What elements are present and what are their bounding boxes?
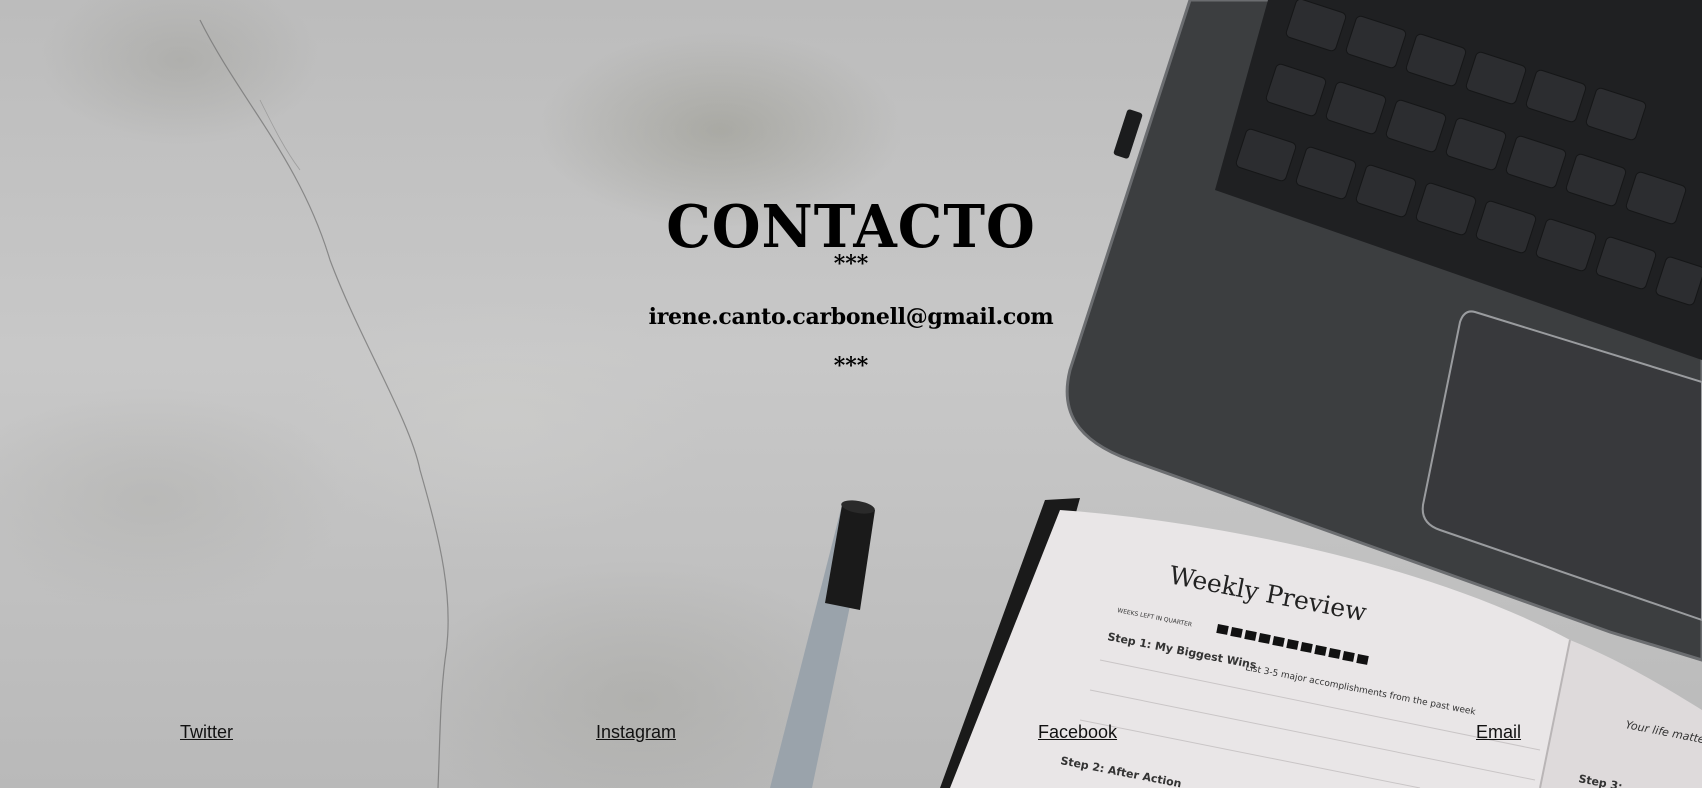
email-link[interactable]: Email <box>1476 722 1521 742</box>
facebook-link[interactable]: Facebook <box>1038 722 1117 742</box>
pen-illustration <box>770 500 875 788</box>
separator-bottom: *** <box>833 353 869 379</box>
twitter-link[interactable]: Twitter <box>180 722 233 742</box>
concrete-background-photo: Weekly Preview WEEKS LEFT IN QUARTER Ste… <box>0 0 1702 788</box>
contact-section: CONTACTO *** irene.canto.carbonell@gmail… <box>0 192 1702 379</box>
page-title: CONTACTO <box>666 192 1036 262</box>
instagram-link[interactable]: Instagram <box>596 722 676 742</box>
desk-photo-illustration: Weekly Preview WEEKS LEFT IN QUARTER Ste… <box>199 0 1702 788</box>
contact-email[interactable]: irene.canto.carbonell@gmail.com <box>0 303 1702 331</box>
